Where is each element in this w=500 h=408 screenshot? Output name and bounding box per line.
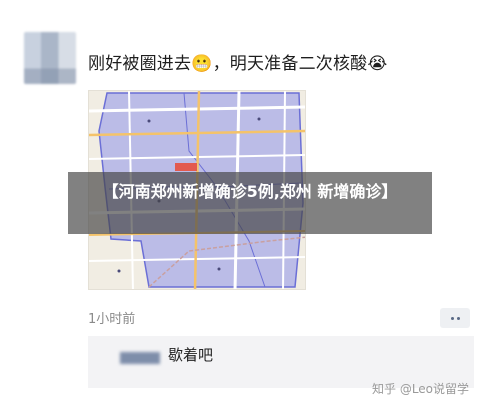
post-text: 刚好被圈进去😬，明天准备二次核酸😭	[88, 54, 388, 74]
more-dots-icon	[450, 316, 454, 320]
avatar[interactable]	[24, 32, 76, 84]
news-caption-overlay: 【河南郑州新增确诊5例,郑州 新增确诊】	[68, 172, 432, 234]
commenter-name[interactable]	[120, 352, 160, 364]
more-dots-icon	[456, 316, 460, 320]
watermark: 知乎 @Leo说留学	[372, 382, 470, 396]
post-time: 1小时前	[88, 312, 136, 327]
comment-text: 歇着吧	[168, 346, 214, 364]
more-options-button[interactable]	[440, 308, 470, 328]
